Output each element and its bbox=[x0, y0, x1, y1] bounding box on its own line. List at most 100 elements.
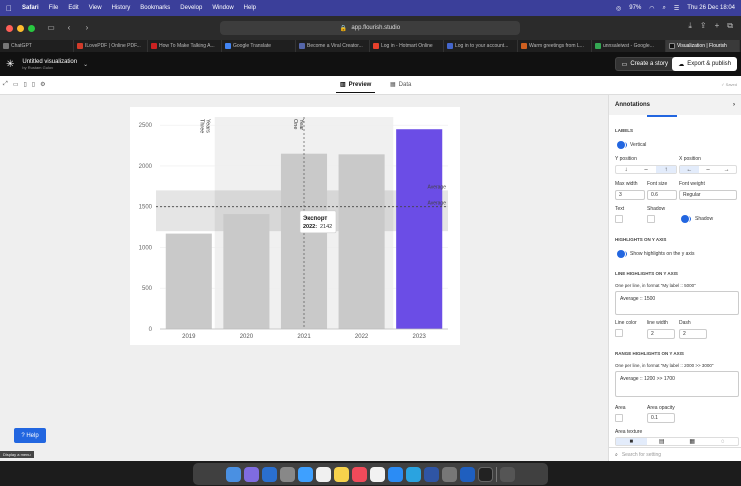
mobile-icon[interactable]: ▯ bbox=[32, 81, 35, 88]
y-up-icon[interactable]: ↑ bbox=[656, 166, 676, 173]
chatgpt-icon[interactable] bbox=[280, 466, 295, 482]
x-position-control[interactable]: ← – → bbox=[679, 165, 737, 174]
calendar-icon[interactable] bbox=[316, 466, 331, 482]
expand-icon[interactable]: ⤢ bbox=[3, 81, 8, 88]
flourish-logo-icon[interactable]: ✳ bbox=[6, 59, 14, 70]
x-right-icon[interactable]: → bbox=[717, 166, 736, 173]
download-icon[interactable]: ⤓ bbox=[688, 21, 692, 31]
tab-chatgpt[interactable]: ChatGPT bbox=[0, 40, 74, 52]
export-publish-button[interactable]: ☁ Export & publish bbox=[672, 57, 737, 71]
title-chevron-down-icon[interactable]: ⌄ bbox=[83, 61, 88, 68]
collapse-icon[interactable]: › bbox=[733, 102, 735, 108]
tab-hotmart[interactable]: Log in - Hotmart Online bbox=[370, 40, 444, 52]
menu-develop[interactable]: Develop bbox=[180, 5, 202, 11]
share-icon[interactable]: ⇪ bbox=[700, 21, 707, 31]
line-width-input[interactable]: 2 bbox=[647, 329, 675, 339]
max-width-input[interactable]: 3 bbox=[615, 190, 645, 200]
search-setting-input[interactable]: Search for setting bbox=[622, 452, 661, 458]
menu-bookmarks[interactable]: Bookmarks bbox=[140, 5, 170, 11]
y-down-icon[interactable]: ↓ bbox=[616, 166, 636, 173]
menu-help[interactable]: Help bbox=[244, 5, 256, 11]
setting-search[interactable]: ⌕ Search for setting bbox=[609, 447, 741, 461]
forward-icon[interactable]: › bbox=[81, 22, 93, 34]
apple-icon[interactable]:  bbox=[6, 4, 12, 13]
launchpad-icon[interactable] bbox=[244, 466, 259, 482]
close-window-button[interactable] bbox=[6, 24, 13, 32]
control-center-icon[interactable]: ☰ bbox=[674, 5, 679, 12]
line-highlights-textarea[interactable]: Average :: 1500 bbox=[615, 291, 739, 315]
bar-chart[interactable]: 0 500 1000 1500 2000 2500 2019 2020 2021 2022 2023… bbox=[130, 107, 460, 345]
url-bar[interactable]: 🔒 app.flourish.studio bbox=[220, 21, 520, 35]
word-icon[interactable] bbox=[460, 466, 475, 482]
back-icon[interactable]: ‹ bbox=[63, 22, 75, 34]
wifi-icon[interactable]: ◠ bbox=[649, 5, 654, 12]
area-texture-control[interactable]: ■ ▤ ▦ ◌ bbox=[615, 437, 739, 446]
tab-flourish[interactable]: Visualization | Flourish bbox=[666, 40, 740, 52]
menu-file[interactable]: File bbox=[49, 5, 59, 11]
font-size-input[interactable]: 0.6 bbox=[647, 190, 677, 200]
texture-dots-icon[interactable]: ◌ bbox=[708, 438, 739, 445]
shadow-color-swatch[interactable] bbox=[647, 215, 655, 223]
trash-icon[interactable] bbox=[500, 466, 515, 482]
line-color-swatch[interactable] bbox=[615, 329, 623, 337]
finder-icon[interactable] bbox=[226, 466, 241, 482]
vscode-icon[interactable] bbox=[262, 466, 277, 482]
menu-window[interactable]: Window bbox=[212, 5, 233, 11]
create-story-button[interactable]: ▭ Create a story bbox=[614, 57, 675, 71]
settings-app-icon[interactable] bbox=[442, 466, 457, 482]
tab-warm-greetings[interactable]: Warm greetings from L... bbox=[518, 40, 592, 52]
texture-solid-icon[interactable]: ■ bbox=[616, 438, 647, 445]
tab-google-doc[interactable]: unnsaleiwst - Google... bbox=[592, 40, 666, 52]
app-store-icon[interactable] bbox=[388, 466, 403, 482]
tab-login-account[interactable]: Log in to your account... bbox=[444, 40, 518, 52]
area-opacity-input[interactable]: 0.1 bbox=[647, 413, 675, 423]
y-position-control[interactable]: ↓ – ↑ bbox=[615, 165, 677, 174]
search-icon[interactable]: ⌕ bbox=[663, 5, 666, 12]
safari-icon[interactable] bbox=[298, 466, 313, 482]
font-weight-select[interactable]: Regular bbox=[679, 190, 737, 200]
chart-card[interactable]: 0 500 1000 1500 2000 2500 2019 2020 2021 2022 2023… bbox=[130, 107, 460, 345]
settings-icon[interactable]: ⚙ bbox=[40, 81, 45, 88]
shadow-toggle[interactable] bbox=[681, 215, 691, 223]
tab-overview-icon[interactable]: ⧉ bbox=[727, 21, 733, 31]
sidebar-icon[interactable]: ▭ bbox=[45, 22, 57, 34]
area-color-swatch[interactable] bbox=[615, 414, 623, 422]
status-icon[interactable]: ◎ bbox=[616, 5, 621, 12]
tab-viral-creator[interactable]: Become a Viral Creator... bbox=[296, 40, 370, 52]
datetime[interactable]: Thu 26 Dec 18:04 bbox=[687, 5, 735, 11]
x-left-icon[interactable]: ← bbox=[680, 166, 699, 173]
telegram-icon[interactable] bbox=[406, 466, 421, 482]
music-icon[interactable] bbox=[352, 466, 367, 482]
tab-data[interactable]: ▦ Data bbox=[390, 81, 411, 89]
dash-input[interactable]: 2 bbox=[679, 329, 707, 339]
photos-icon[interactable] bbox=[370, 466, 385, 482]
new-tab-icon[interactable]: + bbox=[715, 21, 720, 31]
terminal-icon[interactable] bbox=[478, 466, 493, 482]
menu-view[interactable]: View bbox=[89, 5, 102, 11]
range-highlights-textarea[interactable]: Average :: 1200 >> 1700 bbox=[615, 371, 739, 397]
x-center-icon[interactable]: – bbox=[699, 166, 718, 173]
desktop-icon[interactable]: ▭ bbox=[13, 81, 19, 88]
y-center-icon[interactable]: – bbox=[636, 166, 656, 173]
texture-grid-icon[interactable]: ▦ bbox=[677, 438, 708, 445]
zoom-window-button[interactable] bbox=[28, 24, 35, 32]
max-width-label: Max width bbox=[615, 181, 638, 187]
notes-icon[interactable] bbox=[334, 466, 349, 482]
tablet-icon[interactable]: ▯ bbox=[23, 81, 26, 88]
minimize-window-button[interactable] bbox=[17, 24, 24, 32]
tab-ilovepdf[interactable]: ILovePDF | Online PDF... bbox=[74, 40, 148, 52]
tab-youtube[interactable]: How To Make Talking A... bbox=[148, 40, 222, 52]
tab-google-translate[interactable]: Google Translate bbox=[222, 40, 296, 52]
tab-preview[interactable]: ▥ Preview bbox=[335, 81, 376, 93]
bitwarden-icon[interactable] bbox=[424, 466, 439, 482]
menu-edit[interactable]: Edit bbox=[68, 5, 78, 11]
text-color-swatch[interactable] bbox=[615, 215, 623, 223]
menu-app-name[interactable]: Safari bbox=[22, 5, 39, 11]
panel-header[interactable]: Annotations › bbox=[609, 95, 741, 115]
texture-lines-icon[interactable]: ▤ bbox=[647, 438, 678, 445]
help-button[interactable]: ? Help bbox=[14, 428, 46, 443]
battery-text[interactable]: 97% bbox=[629, 5, 641, 11]
vertical-toggle[interactable] bbox=[617, 141, 627, 149]
menu-history[interactable]: History bbox=[112, 5, 131, 11]
show-highlights-toggle[interactable] bbox=[617, 250, 627, 258]
